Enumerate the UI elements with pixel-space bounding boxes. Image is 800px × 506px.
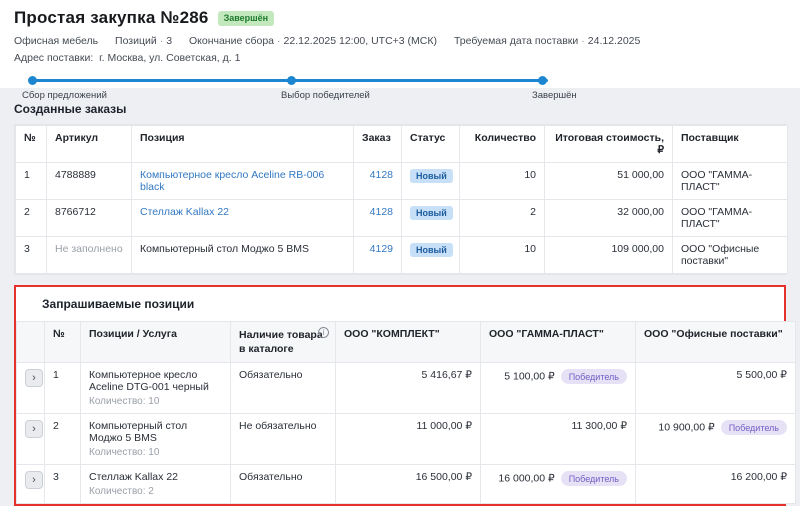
requested-positions-section: Запрашиваемые позиции № Позиции / Услуга… <box>14 285 786 506</box>
page-header: Простая закупка №286 Завершён Офисная ме… <box>0 0 800 88</box>
table-row: › 2 Компьютерный стол Моджо 5 BMS Количе… <box>17 414 796 465</box>
delivery-date-meta: Требуемая дата поставки·24.12.2025 <box>454 35 640 47</box>
order-link[interactable]: 4128 <box>370 206 393 218</box>
col-supplier-komplekt: ООО "КОМПЛЕКТ" <box>336 322 481 363</box>
expand-row-button[interactable]: › <box>25 369 43 387</box>
col-supplier: Поставщик <box>673 126 788 163</box>
position-name: Компьютерный стол Моджо 5 BMS <box>89 420 222 444</box>
col-availability: Наличие товара в каталоге i <box>231 322 336 363</box>
col-order: Заказ <box>354 126 402 163</box>
col-position-service: Позиции / Услуга <box>81 322 231 363</box>
position-qty: Количество: 2 <box>89 486 222 497</box>
col-supplier-gamma: ООО "ГАММА-ПЛАСТ" <box>481 322 636 363</box>
price-office: 16 200,00 ₽ <box>636 465 796 504</box>
price-gamma: 11 300,00 ₽ <box>481 414 636 465</box>
order-link[interactable]: 4128 <box>370 169 393 181</box>
position-name: Стеллаж Kallax 22 <box>89 471 222 483</box>
col-article: Артикул <box>47 126 132 163</box>
winner-badge: Победитель <box>561 471 627 486</box>
position-qty: Количество: 10 <box>89 447 222 458</box>
orders-header-row: № Артикул Позиция Заказ Статус Количеств… <box>16 126 788 163</box>
col-position: Позиция <box>132 126 354 163</box>
table-row: › 3 Стеллаж Kallax 22 Количество: 2 Обяз… <box>17 465 796 504</box>
price-komplekt: 16 500,00 ₽ <box>336 465 481 504</box>
order-status-badge: Новый <box>410 206 453 220</box>
col-expand <box>17 322 45 363</box>
step-dot-icon <box>287 76 296 85</box>
category-label: Офисная мебель <box>14 35 98 47</box>
progress-stepper: Сбор предложений Выбор победителей Завер… <box>14 76 786 106</box>
separator: · <box>160 35 164 47</box>
winner-badge: Победитель <box>721 420 787 435</box>
col-num: № <box>45 322 81 363</box>
requested-header-row: № Позиции / Услуга Наличие товара в ката… <box>17 322 796 363</box>
page-title: Простая закупка №286 <box>14 8 209 28</box>
price-komplekt: 11 000,00 ₽ <box>336 414 481 465</box>
expand-row-button[interactable]: › <box>25 471 43 489</box>
price-office: 10 900,00 ₽Победитель <box>636 414 796 465</box>
position-link[interactable]: Стеллаж Kallax 22 <box>140 206 229 218</box>
position-link[interactable]: Компьютерное кресло Aceline RB-006 black <box>140 169 324 193</box>
col-num: № <box>16 126 47 163</box>
collection-end-meta: Окончание сбора·22.12.2025 12:00, UTC+3 … <box>189 35 437 47</box>
article-not-filled: Не заполнено <box>47 237 132 274</box>
separator: · <box>581 35 585 47</box>
step-completed: Завершён <box>532 76 577 101</box>
table-row: 3 Не заполнено Компьютерный стол Моджо 5… <box>16 237 788 274</box>
orders-table: № Артикул Позиция Заказ Статус Количеств… <box>14 124 786 275</box>
order-link[interactable]: 4129 <box>370 243 393 255</box>
price-office: 5 500,00 ₽ <box>636 363 796 414</box>
col-qty: Количество <box>460 126 545 163</box>
step-collection: Сбор предложений <box>22 76 107 101</box>
info-icon[interactable]: i <box>318 327 329 338</box>
step-dot-icon <box>538 76 547 85</box>
order-status-badge: Новый <box>410 169 453 183</box>
order-status-badge: Новый <box>410 243 453 257</box>
col-status: Статус <box>402 126 460 163</box>
expand-row-button[interactable]: › <box>25 420 43 438</box>
status-badge: Завершён <box>218 11 275 26</box>
position-name: Компьютерное кресло Aceline DTG-001 черн… <box>89 369 222 393</box>
purchase-meta: Офисная мебель Позиций·3 Окончание сбора… <box>14 35 786 47</box>
table-row: 1 4788889 Компьютерное кресло Aceline RB… <box>16 163 788 200</box>
table-row: 2 8766712 Стеллаж Kallax 22 4128 Новый 2… <box>16 200 788 237</box>
col-total: Итоговая стоимость, ₽ <box>545 126 673 163</box>
requested-section-title: Запрашиваемые позиции <box>42 297 774 311</box>
delivery-address: Адрес поставки: г. Москва, ул. Советская… <box>14 52 786 64</box>
winner-badge: Победитель <box>561 369 627 384</box>
price-gamma: 5 100,00 ₽Победитель <box>481 363 636 414</box>
price-komplekt: 5 416,67 ₽ <box>336 363 481 414</box>
col-supplier-office: ООО "Офисные поставки" <box>636 322 796 363</box>
step-dot-icon <box>28 76 37 85</box>
separator: · <box>277 35 281 47</box>
positions-meta: Позиций·3 <box>115 35 172 47</box>
step-winner-selection: Выбор победителей <box>281 76 370 101</box>
table-row: › 1 Компьютерное кресло Aceline DTG-001 … <box>17 363 796 414</box>
price-gamma: 16 000,00 ₽Победитель <box>481 465 636 504</box>
